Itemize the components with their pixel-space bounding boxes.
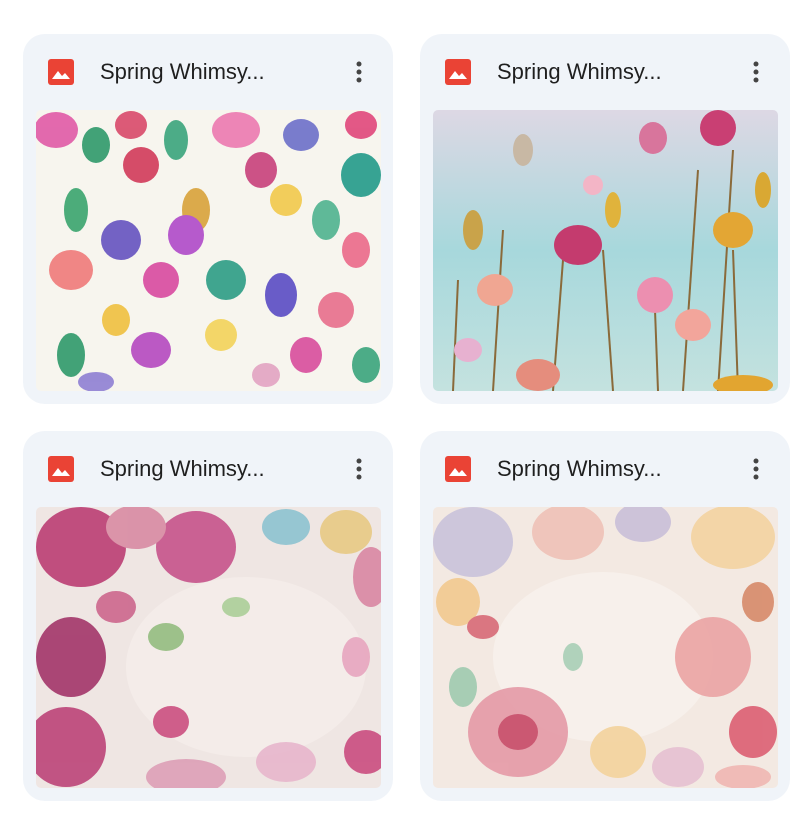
image-file-icon [445, 456, 471, 482]
more-vert-icon[interactable] [341, 54, 377, 90]
file-card[interactable]: Spring Whimsy... [420, 34, 790, 404]
file-title: Spring Whimsy... [100, 59, 265, 84]
file-thumbnail[interactable] [433, 507, 778, 788]
file-card-header: Spring Whimsy... [23, 34, 393, 110]
file-thumbnail[interactable] [36, 507, 381, 788]
image-file-icon [48, 456, 74, 482]
file-card-header: Spring Whimsy... [23, 431, 393, 507]
file-card[interactable]: Spring Whimsy... [23, 431, 393, 801]
more-vert-icon[interactable] [738, 54, 774, 90]
file-card[interactable]: Spring Whimsy... [420, 431, 790, 801]
file-card-header: Spring Whimsy... [420, 34, 790, 110]
more-vert-icon[interactable] [738, 451, 774, 487]
file-title: Spring Whimsy... [100, 456, 265, 481]
file-title: Spring Whimsy... [497, 456, 662, 481]
file-card[interactable]: Spring Whimsy... [23, 34, 393, 404]
file-thumbnail[interactable] [36, 110, 381, 391]
file-card-header: Spring Whimsy... [420, 431, 790, 507]
more-vert-icon[interactable] [341, 451, 377, 487]
file-thumbnail[interactable] [433, 110, 778, 391]
image-file-icon [445, 59, 471, 85]
file-title: Spring Whimsy... [497, 59, 662, 84]
image-file-icon [48, 59, 74, 85]
